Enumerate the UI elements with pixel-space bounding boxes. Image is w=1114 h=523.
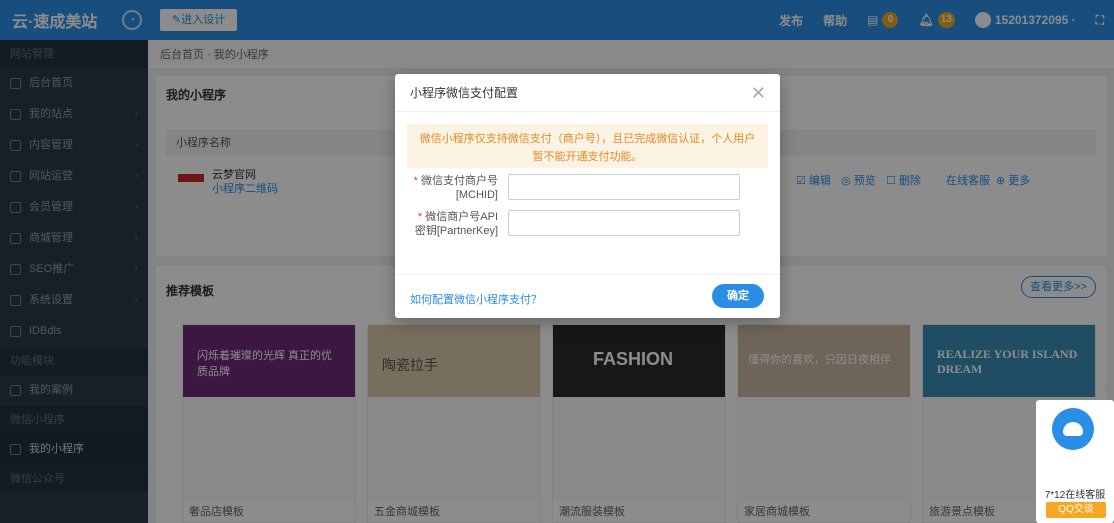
service-avatar-icon bbox=[1052, 408, 1094, 450]
mchid-field-row: * 微信支付商户号[MCHID] bbox=[410, 174, 760, 202]
mchid-label-text: 微信支付商户号[MCHID] bbox=[421, 175, 498, 201]
mchid-label: * 微信支付商户号[MCHID] bbox=[410, 174, 508, 202]
close-icon[interactable]: ✕ bbox=[1098, 382, 1108, 396]
online-service-widget: ✕ 7*12在线客服 QQ交谈 bbox=[1036, 382, 1114, 523]
notice-banner: 微信小程序仅支持微信支付（商户号），且已完成微信认证，个人用户暂不能开通支付功能… bbox=[407, 124, 768, 168]
required-mark: * bbox=[413, 175, 421, 187]
mchid-input[interactable] bbox=[508, 174, 740, 200]
partner-key-input[interactable] bbox=[508, 210, 740, 236]
dialog-title: 小程序微信支付配置 bbox=[410, 86, 519, 100]
help-config-link[interactable]: 如何配置微信小程序支付？ bbox=[410, 291, 542, 307]
close-icon[interactable]: ✕ bbox=[751, 74, 766, 112]
partner-key-label-text: 微信商户号API密钥[PartnerKey] bbox=[414, 211, 498, 237]
dialog-header: 小程序微信支付配置 ✕ bbox=[395, 74, 780, 112]
dialog-footer: 如何配置微信小程序支付？ 确定 bbox=[395, 274, 780, 318]
qq-chat-button[interactable]: QQ交谈 bbox=[1046, 502, 1106, 518]
partner-key-field-row: * 微信商户号API密钥[PartnerKey] bbox=[410, 210, 760, 238]
wechat-pay-config-dialog: 小程序微信支付配置 ✕ 微信小程序仅支持微信支付（商户号），且已完成微信认证，个… bbox=[395, 74, 780, 318]
confirm-button[interactable]: 确定 bbox=[712, 284, 764, 308]
partner-key-label: * 微信商户号API密钥[PartnerKey] bbox=[410, 210, 508, 238]
service-hours-text: 7*12在线客服 bbox=[1044, 490, 1106, 501]
